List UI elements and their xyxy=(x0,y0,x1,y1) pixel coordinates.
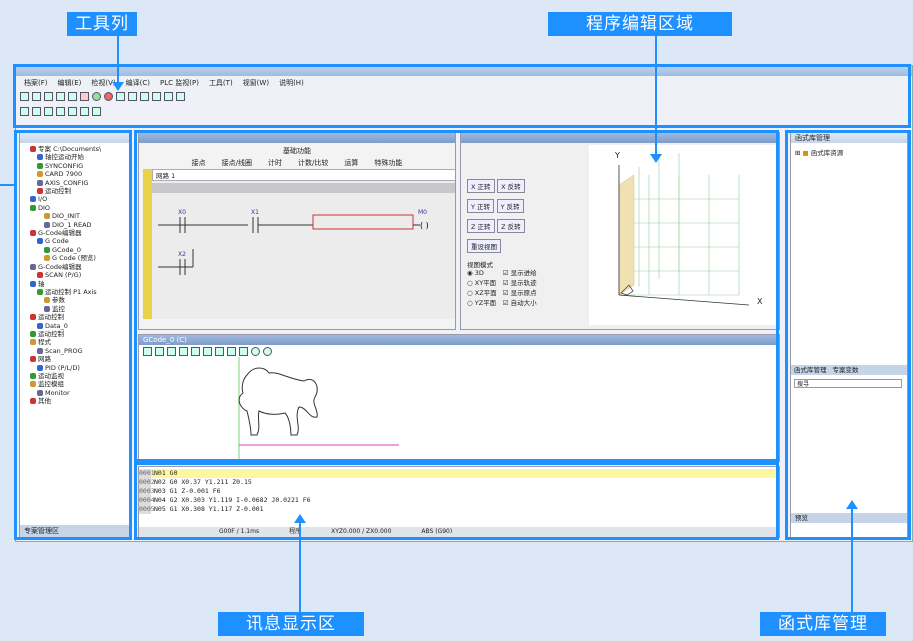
toolbar-leader-line xyxy=(117,36,119,84)
message-highlight-frame xyxy=(134,462,779,540)
editor-callout: 程序编辑区域 xyxy=(548,12,732,36)
message-leader-line xyxy=(299,520,301,612)
library-callout: 函式库管理 xyxy=(760,612,886,636)
editor-leader-arrow xyxy=(650,154,662,163)
editor-highlight-frame xyxy=(134,130,779,462)
library-leader-line xyxy=(851,504,853,612)
project-leader-line xyxy=(0,184,16,186)
editor-leader-line xyxy=(655,36,657,156)
message-callout: 讯息显示区 xyxy=(218,612,364,636)
toolbar-leader-arrow xyxy=(112,82,124,91)
library-highlight-frame xyxy=(785,130,911,540)
toolbar-highlight-frame xyxy=(13,64,911,128)
message-leader-arrow xyxy=(294,514,306,523)
toolbar-callout: 工具列 xyxy=(67,12,137,36)
project-highlight-frame xyxy=(14,130,132,540)
library-leader-arrow xyxy=(846,500,858,509)
